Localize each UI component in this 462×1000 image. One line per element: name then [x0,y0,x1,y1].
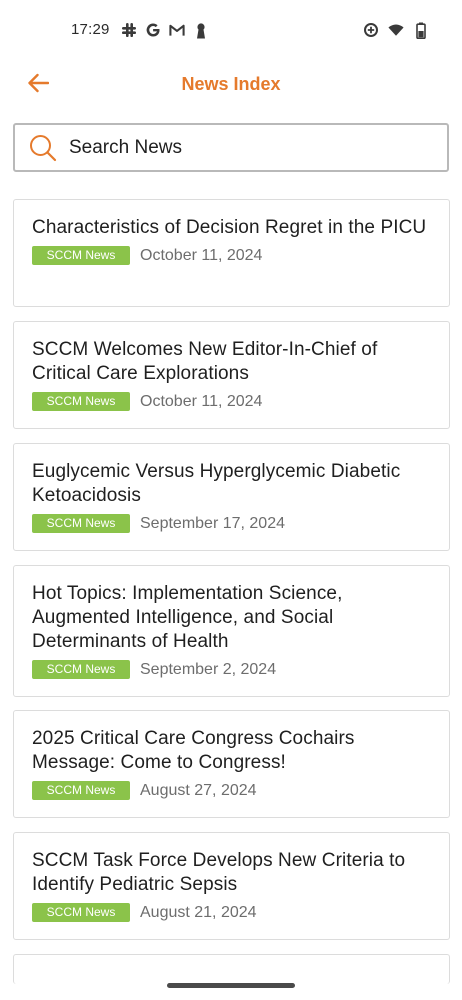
search-input[interactable] [69,136,409,159]
news-meta: SCCM News August 21, 2024 [32,903,431,922]
news-title: SCCM Welcomes New Editor-In-Chief of Cri… [32,339,378,384]
news-meta: SCCM News August 27, 2024 [32,781,431,800]
app-header: News Index [0,60,462,110]
status-bar: 17:29 [0,0,462,60]
news-card[interactable]: 2025 Critical Care Congress Cochairs Mes… [13,710,450,818]
notification-icons [121,21,209,39]
category-badge: SCCM News [32,514,130,533]
news-card[interactable]: Hot Topics: Implementation Science, Augm… [13,565,450,697]
page-title: News Index [181,74,281,94]
news-meta: SCCM News October 11, 2024 [32,246,431,265]
category-badge: SCCM News [32,781,130,800]
news-date: September 2, 2024 [140,660,277,678]
news-title: SCCM Task Force Develops New Criteria to… [32,850,406,895]
news-meta: SCCM News October 11, 2024 [32,392,431,411]
category-badge: SCCM News [32,246,130,265]
category-badge: SCCM News [32,660,130,679]
status-time: 17:29 [71,21,110,38]
home-indicator[interactable] [167,983,295,988]
news-title: 2025 Critical Care Congress Cochairs Mes… [32,728,355,773]
news-title: Characteristics of Decision Regret in th… [32,217,427,238]
category-badge: SCCM News [32,392,130,411]
google-icon [145,21,161,39]
news-card[interactable]: SCCM Task Force Develops New Criteria to… [13,832,450,940]
news-date: October 11, 2024 [140,392,263,410]
news-card-partial[interactable] [13,954,450,984]
keyhole-icon [193,21,209,39]
news-meta: SCCM News September 2, 2024 [32,660,431,679]
news-card[interactable]: Euglycemic Versus Hyperglycemic Diabetic… [13,443,450,551]
category-badge: SCCM News [32,903,130,922]
search-box[interactable] [13,123,449,172]
news-card[interactable]: Characteristics of Decision Regret in th… [13,199,450,307]
gmail-icon [169,21,185,39]
news-date: October 11, 2024 [140,246,263,264]
news-date: August 21, 2024 [140,903,257,921]
news-date: September 17, 2024 [140,514,285,532]
news-card[interactable]: SCCM Welcomes New Editor-In-Chief of Cri… [13,321,450,429]
news-meta: SCCM News September 17, 2024 [32,514,431,533]
wifi-icon [388,21,404,39]
news-title: Euglycemic Versus Hyperglycemic Diabetic… [32,461,401,506]
system-icons [363,21,429,39]
news-date: August 27, 2024 [140,781,257,799]
slack-icon [121,21,137,39]
data-saver-icon [363,21,379,39]
news-title: Hot Topics: Implementation Science, Augm… [32,583,343,652]
battery-icon [413,21,429,39]
search-icon [29,134,57,162]
